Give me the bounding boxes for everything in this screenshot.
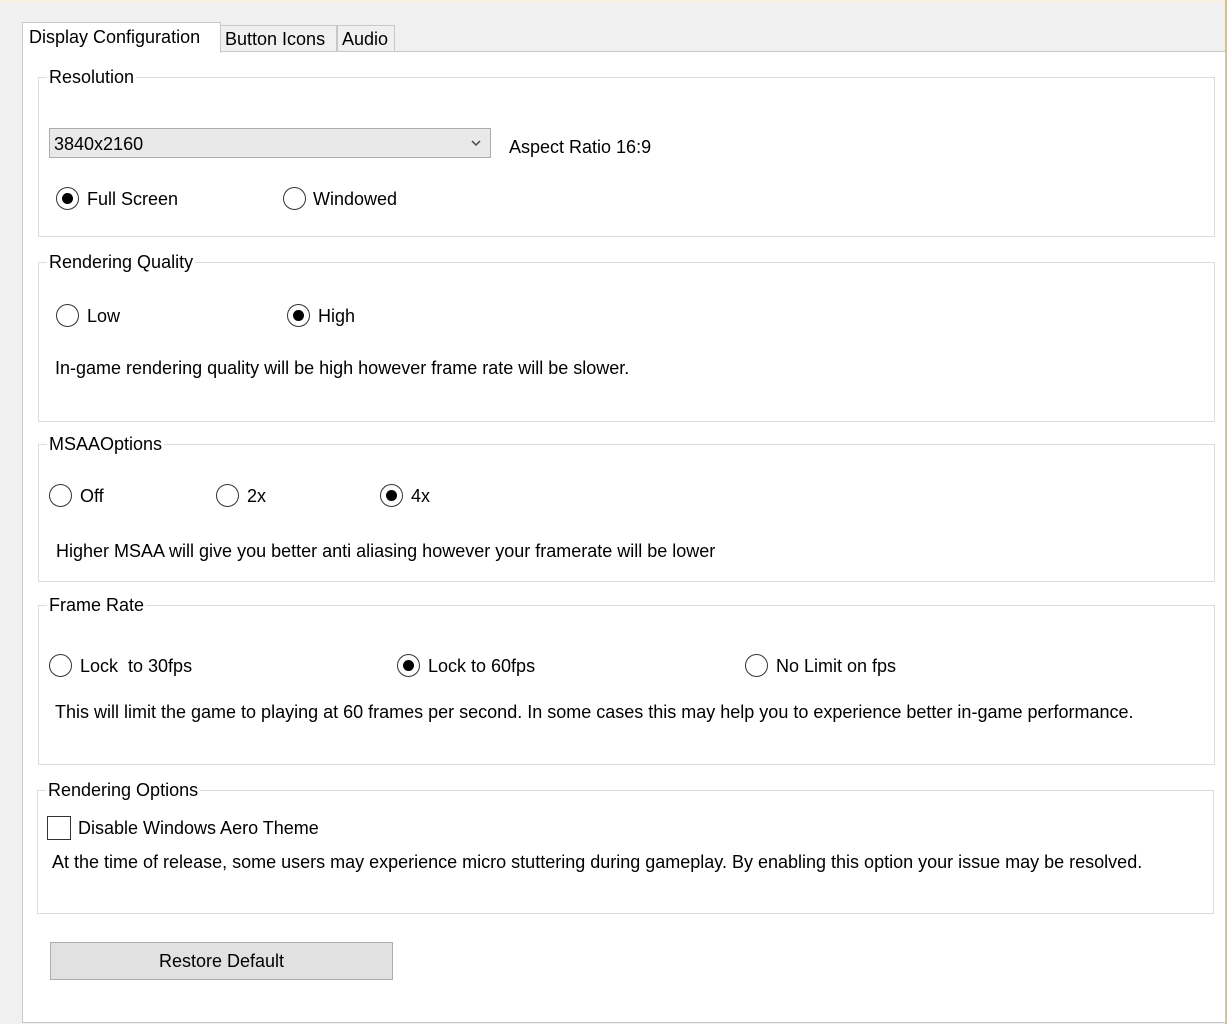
windowed-radio[interactable] — [283, 187, 306, 210]
msaa-group-title: MSAAOptions — [47, 431, 165, 457]
fps-60-label[interactable]: Lock to 60fps — [428, 654, 535, 678]
msaa-2x-radio[interactable] — [216, 484, 239, 507]
msaa-2x-label[interactable]: 2x — [247, 484, 266, 508]
fps-30-radio[interactable] — [49, 654, 72, 677]
resolution-select[interactable]: 3840x2160 — [49, 128, 491, 158]
msaa-off-label[interactable]: Off — [80, 484, 104, 508]
restore-default-button[interactable]: Restore Default — [50, 942, 393, 980]
fps-unlimited-radio[interactable] — [745, 654, 768, 677]
disable-aero-checkbox[interactable] — [47, 816, 71, 840]
tab-button-icons[interactable]: Button Icons — [220, 25, 337, 52]
quality-high-radio[interactable] — [287, 304, 310, 327]
msaa-off-radio[interactable] — [49, 484, 72, 507]
rendering-options-group-title: Rendering Options — [46, 777, 201, 803]
full-screen-radio[interactable] — [56, 187, 79, 210]
quality-low-radio[interactable] — [56, 304, 79, 327]
chevron-down-icon — [471, 140, 481, 147]
aspect-ratio-label: Aspect Ratio 16:9 — [509, 137, 652, 157]
msaa-description: Higher MSAA will give you better anti al… — [56, 541, 716, 561]
fps-30-label[interactable]: Lock to 30fps — [80, 654, 192, 678]
window-top-edge — [0, 0, 1227, 3]
msaa-4x-radio[interactable] — [380, 484, 403, 507]
frame-rate-group: Frame Rate — [38, 592, 1215, 765]
fps-60-radio[interactable] — [397, 654, 420, 677]
quality-low-label[interactable]: Low — [87, 304, 120, 328]
resolution-group-title: Resolution — [47, 64, 137, 90]
full-screen-label[interactable]: Full Screen — [87, 187, 178, 211]
rendering-quality-group: Rendering Quality — [38, 249, 1215, 422]
rendering-quality-group-title: Rendering Quality — [47, 249, 196, 275]
rendering-options-description: At the time of release, some users may e… — [52, 852, 1143, 872]
frame-rate-description: This will limit the game to playing at 6… — [55, 702, 1134, 722]
fps-unlimited-label[interactable]: No Limit on fps — [776, 654, 896, 678]
windowed-label[interactable]: Windowed — [313, 187, 397, 211]
disable-aero-label[interactable]: Disable Windows Aero Theme — [78, 816, 319, 840]
tab-display-configuration[interactable]: Display Configuration — [22, 22, 221, 53]
quality-high-label[interactable]: High — [318, 304, 355, 328]
rendering-quality-description: In-game rendering quality will be high h… — [55, 358, 630, 378]
msaa-4x-label[interactable]: 4x — [411, 484, 430, 508]
frame-rate-group-title: Frame Rate — [47, 592, 147, 618]
tab-audio[interactable]: Audio — [337, 25, 395, 52]
resolution-select-value: 3840x2160 — [54, 134, 144, 154]
